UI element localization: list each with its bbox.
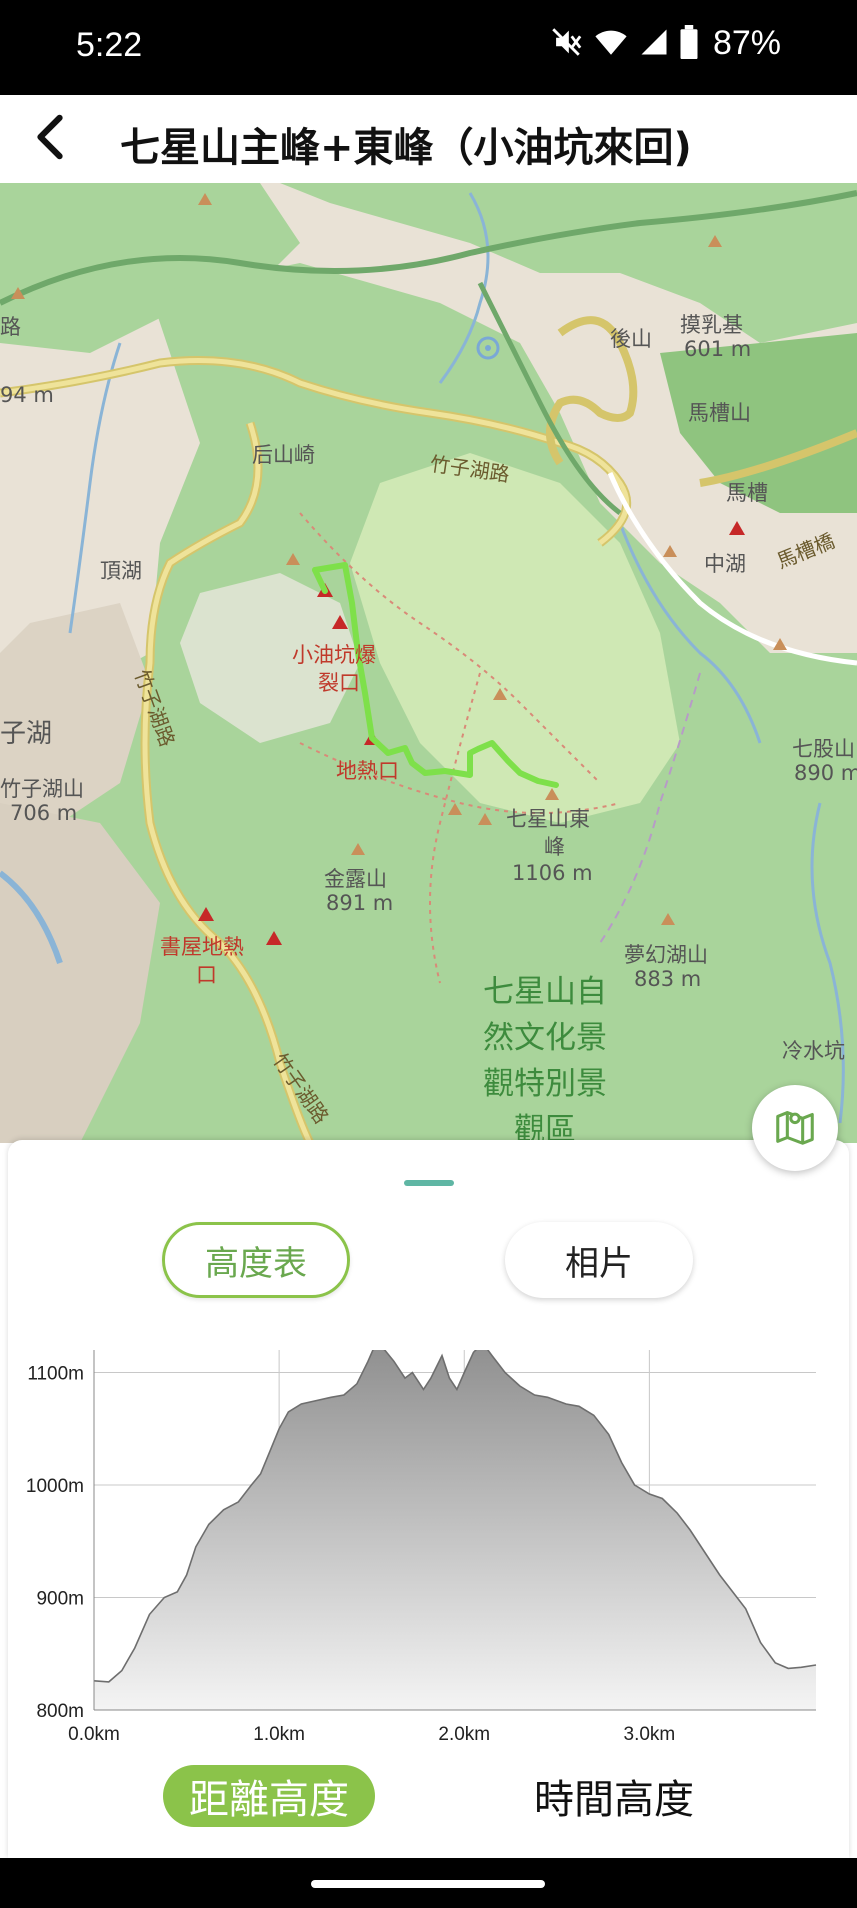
map-label-menghuanhu-elev: 883 m xyxy=(634,967,702,991)
x-tick-label: 1.0km xyxy=(253,1724,305,1745)
map-label-dongfeng-2: 峰 xyxy=(544,835,565,859)
map-label-lu: 路 xyxy=(0,315,21,339)
map-label-zhonghu: 中湖 xyxy=(704,552,746,576)
y-tick-label: 900m xyxy=(36,1589,84,1610)
map-label-lengshuikeng: 冷水坑 xyxy=(782,1039,845,1063)
page-title: 七星山主峰+東峰（小油坑來回) xyxy=(120,125,692,171)
elevation-area xyxy=(94,1343,816,1710)
mute-icon xyxy=(549,25,583,63)
map-label-dongfeng-elev: 1106 m xyxy=(512,861,593,885)
home-indicator[interactable] xyxy=(311,1880,545,1888)
system-nav-bar xyxy=(0,1858,857,1908)
y-tick-label: 800m xyxy=(36,1701,84,1722)
app-header: 七星山主峰+東峰（小油坑來回) xyxy=(0,95,857,183)
elevation-chart: 800m 900m 1000m 1100m 0.0km 1.0km 2.0km 3.0km xyxy=(8,1341,849,1750)
status-time: 5:22 xyxy=(76,26,143,64)
map-layers-icon xyxy=(771,1103,819,1153)
map-label-monaji-elev: 601 m xyxy=(684,337,752,361)
map-label-houshanqi: 后山崎 xyxy=(252,443,315,467)
map-label-park: 七星山自然文化景觀特別景觀區 xyxy=(483,974,607,1143)
map-label-xiaoyoukeng: 小油坑爆 xyxy=(292,643,376,667)
battery-percent: 87% xyxy=(712,24,781,62)
status-icons: 87% xyxy=(549,24,781,63)
y-tick-label: 1000m xyxy=(26,1476,84,1497)
map-label-monaji: 摸乳基 xyxy=(680,313,743,337)
trail-map[interactable]: 后山崎 竹子湖路 後山 摸乳基 601 m 馬槽山 馬槽 中湖 馬槽橋 頂湖 小… xyxy=(0,183,857,1143)
tab-elevation-chart[interactable]: 高度表 xyxy=(162,1222,350,1298)
map-label-zhuzihushan: 竹子湖山 xyxy=(0,777,84,801)
mode-time-elevation[interactable]: 時間高度 xyxy=(508,1765,720,1827)
map-label-dongfeng: 七星山東 xyxy=(506,807,590,831)
map-label-menghuanhu: 夢幻湖山 xyxy=(624,943,708,967)
x-tick-label: 2.0km xyxy=(438,1724,490,1745)
back-arrow-icon xyxy=(30,114,70,164)
map-label-dire: 地熱口 xyxy=(336,759,399,783)
x-tick-label: 3.0km xyxy=(624,1724,676,1745)
map-label-dinghu: 頂湖 xyxy=(100,559,142,583)
map-label-macao: 馬槽 xyxy=(726,481,768,505)
map-toggle-button[interactable] xyxy=(752,1085,838,1171)
y-tick-label: 1100m xyxy=(27,1364,84,1385)
x-tick-label: 0.0km xyxy=(68,1724,120,1745)
map-label-houshan: 後山 xyxy=(610,327,652,351)
map-label-zi-hu: 子湖 xyxy=(0,719,53,749)
tab-photos[interactable]: 相片 xyxy=(505,1222,693,1298)
map-label-shuwu-2: 口 xyxy=(196,963,217,987)
elevation-chart-svg: 800m 900m 1000m 1100m 0.0km 1.0km 2.0km 3.0km xyxy=(26,1341,817,1745)
mode-distance-elevation[interactable]: 距離高度 xyxy=(163,1765,375,1827)
map-label-xiaoyoukeng-2: 裂口 xyxy=(318,671,360,695)
map-label-qigushan: 七股山 xyxy=(792,737,855,761)
back-button[interactable] xyxy=(20,109,80,169)
app-root: 5:22 87% 七星山主峰+東峰（小油坑來回) 后山崎 竹子湖路 後山 摸乳基… xyxy=(0,0,857,1908)
map-label-jinbaoshan-elev: 891 m xyxy=(326,891,394,915)
map-label-qigushan-elev: 890 m xyxy=(794,761,857,785)
drag-handle[interactable] xyxy=(404,1180,454,1186)
map-label-lu-elev: 94 m xyxy=(0,383,54,407)
map-label-macaoshan: 馬槽山 xyxy=(688,401,751,425)
map-label-zhuzihushan-elev: 706 m xyxy=(10,801,78,825)
map-label-jinbaoshan: 金露山 xyxy=(324,867,387,891)
cell-signal-icon xyxy=(639,25,669,63)
map-label-shuwu: 書屋地熱 xyxy=(160,935,244,959)
elevation-panel: 高度表 相片 800m 900m 1000m 1100m 0.0km 1.0km 2.0km… xyxy=(8,1140,849,1858)
status-bar: 5:22 87% xyxy=(0,0,857,95)
wifi-icon xyxy=(593,25,629,63)
battery-icon xyxy=(679,24,699,63)
